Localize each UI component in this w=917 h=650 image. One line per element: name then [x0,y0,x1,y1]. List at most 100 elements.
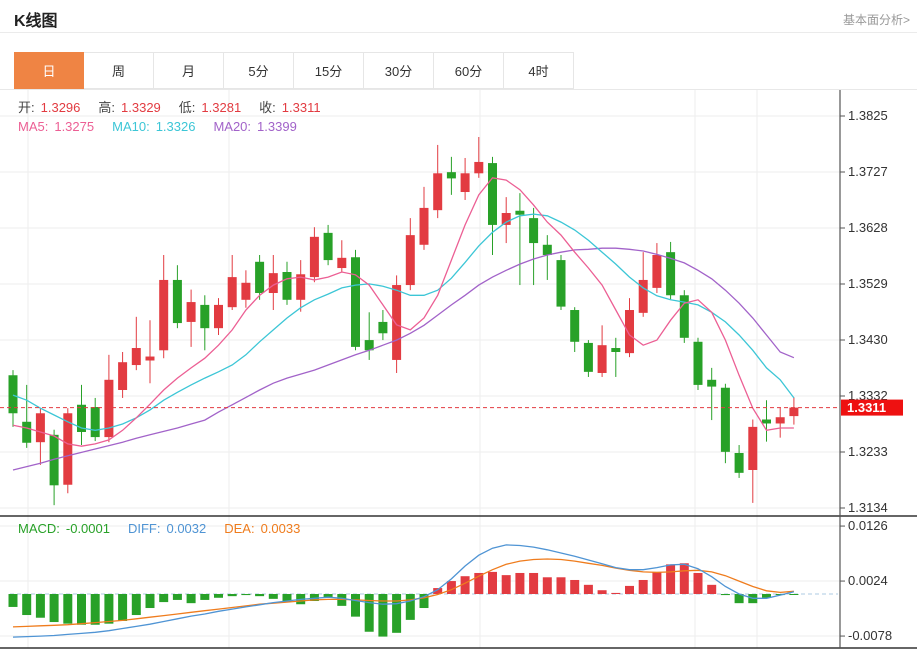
macd-bar [214,594,223,598]
candle-body[interactable] [131,348,141,366]
candle-body[interactable] [762,419,771,424]
candle-body[interactable] [460,173,470,193]
macd-bar [625,585,634,594]
candle-body[interactable] [255,261,265,293]
tab-period-5[interactable]: 30分 [364,52,434,89]
candle-body[interactable] [214,304,223,329]
candle-body[interactable] [529,218,539,244]
candle-body[interactable] [405,235,415,286]
macd-bar [63,594,73,624]
candle-body[interactable] [734,452,744,473]
candle-body[interactable] [145,356,155,361]
candle-body[interactable] [693,341,703,385]
candle-body[interactable] [419,207,429,245]
macd-bar [118,594,128,621]
candle-body[interactable] [707,379,717,387]
macd-bar [488,571,497,594]
candle-body[interactable] [775,417,785,424]
candle-body[interactable] [542,244,552,255]
macd-bar [583,584,593,594]
tab-period-6[interactable]: 60分 [434,52,504,89]
candle-body[interactable] [309,236,319,278]
macd-bar [611,592,621,594]
candle-body[interactable] [625,310,634,354]
candle-body[interactable] [748,426,758,470]
candle-body[interactable] [433,173,443,211]
macd-bar [200,594,210,600]
tab-period-4[interactable]: 15分 [294,52,364,89]
candle-body[interactable] [227,277,237,308]
macd-bar [789,594,799,595]
macd-bar [227,594,237,597]
macd-bar [77,594,86,625]
candle-body[interactable] [159,279,169,351]
titlebar: K线图 基本面分析> [0,0,917,33]
macd-tick-label: 0.0126 [848,518,888,533]
diff-line [12,544,795,638]
candle-body[interactable] [241,282,251,300]
period-tabbar: 日周月 5分 15分 30分 60分 4时 [0,52,917,90]
price-tick-label: 1.3233 [848,444,888,459]
candle-body[interactable] [611,348,621,352]
candle-body[interactable] [556,260,566,307]
candle-body[interactable] [446,172,456,179]
macd-bar [49,594,59,623]
candle-body[interactable] [488,163,497,225]
candle-body[interactable] [22,421,32,443]
ma10-line [12,213,795,431]
macd-bar [501,575,511,594]
candle-body[interactable] [35,413,45,443]
macd-bar [268,594,278,599]
candle-body[interactable] [720,387,730,452]
macd-bar [515,572,525,594]
macd-bar [186,594,196,604]
price-tick-label: 1.3430 [848,332,888,347]
macd-bar [104,594,114,624]
macd-tick-label: 0.0024 [848,573,888,588]
candle-body[interactable] [570,310,580,342]
price-tick-label: 1.3727 [848,164,888,179]
candle-body[interactable] [474,161,484,174]
macd-bar [679,563,689,594]
candle-body[interactable] [282,272,292,300]
macd-bar [638,579,648,594]
macd-bar [255,594,265,597]
candle-body[interactable] [323,232,333,261]
candle-body[interactable] [186,302,196,322]
candle-body[interactable] [172,279,182,324]
candle-body[interactable] [118,362,128,391]
candle-body[interactable] [337,257,347,269]
candle-body[interactable] [515,210,525,215]
candle-body[interactable] [63,413,73,485]
price-axis-labels: 1.38251.37271.36281.35291.34301.33321.32… [840,108,892,643]
kline-chart[interactable]: 1.38251.37271.36281.35291.34301.33321.32… [0,0,917,650]
candle-body[interactable] [597,345,607,373]
candle-body[interactable] [392,285,402,360]
candles-group[interactable] [8,136,799,506]
macd-bar [8,594,18,607]
tab-period-3[interactable]: 5分 [224,52,294,89]
macd-bar [131,594,141,616]
kline-page: 1.3825 1.3727 1.3628 1.3529 1.3430 1.3332 1.32… [0,0,917,650]
candle-body[interactable] [200,304,210,329]
candle-body[interactable] [652,254,662,288]
tab-period-0[interactable]: 日 [14,52,84,89]
tab-period-7[interactable]: 4时 [504,52,574,89]
candle-body[interactable] [378,321,388,334]
macd-bar [241,594,251,596]
macd-bar [570,579,580,594]
macd-bar [392,594,402,633]
candle-body[interactable] [351,257,360,347]
macd-bar [597,590,607,594]
candle-body[interactable] [789,407,799,417]
candle-body[interactable] [583,342,593,372]
macd-bar [542,577,552,594]
candle-body[interactable] [501,213,511,225]
candle-body[interactable] [90,407,100,438]
macd-bar [529,572,539,594]
tab-period-1[interactable]: 周 [84,52,154,89]
macd-bar [405,594,415,620]
fundamental-analysis-link[interactable]: 基本面分析> [843,11,910,28]
price-tick-label: 1.3628 [848,220,888,235]
tab-period-2[interactable]: 月 [154,52,224,89]
